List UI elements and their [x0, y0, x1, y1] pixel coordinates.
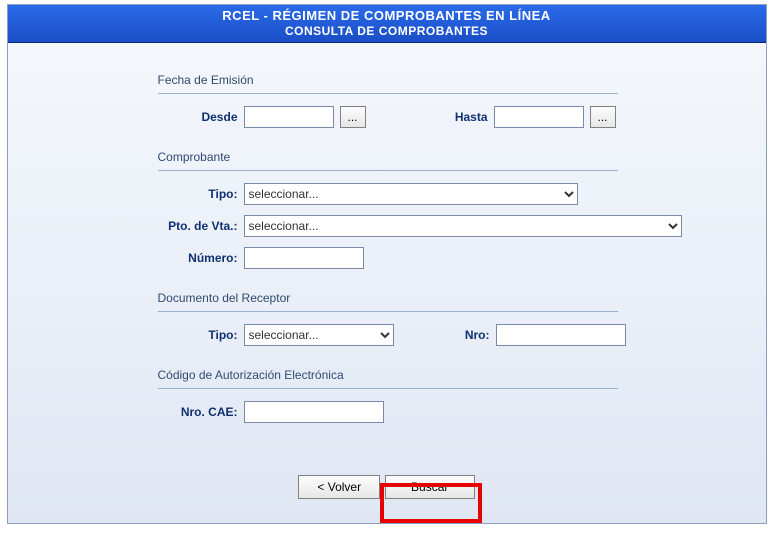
input-fecha-desde[interactable] [244, 106, 334, 128]
label-tipo-receptor: Tipo: [158, 328, 238, 342]
row-receptor: Tipo: seleccionar... Nro: [158, 324, 706, 346]
volver-button[interactable]: < Volver [298, 475, 380, 499]
app-window: RCEL - RÉGIMEN DE COMPROBANTES EN LÍNEA … [7, 4, 767, 524]
input-nro-cae[interactable] [244, 401, 384, 423]
section-title-receptor: Documento del Receptor [158, 291, 618, 312]
label-nro-receptor: Nro: [450, 328, 490, 342]
select-tipo-receptor[interactable]: seleccionar... [244, 324, 394, 346]
title-bar: RCEL - RÉGIMEN DE COMPROBANTES EN LÍNEA … [8, 5, 766, 43]
select-pto-vta[interactable]: seleccionar... [244, 215, 682, 237]
input-nro-receptor[interactable] [496, 324, 626, 346]
section-receptor: Documento del Receptor Tipo: seleccionar… [158, 291, 706, 346]
section-cae: Código de Autorización Electrónica Nro. … [158, 368, 706, 423]
input-numero-comprobante[interactable] [244, 247, 364, 269]
app-title-line1: RCEL - RÉGIMEN DE COMPROBANTES EN LÍNEA [8, 5, 766, 24]
date-picker-desde-button[interactable]: ... [340, 106, 366, 128]
form-body: Fecha de Emisión Desde ... Hasta ... Com… [8, 43, 766, 455]
row-numero: Número: [158, 247, 706, 269]
label-numero: Número: [158, 251, 238, 265]
label-hasta: Hasta [438, 110, 488, 124]
footer-actions: < Volver Buscar [8, 455, 766, 523]
input-fecha-hasta[interactable] [494, 106, 584, 128]
section-title-comprobante: Comprobante [158, 150, 618, 171]
section-fecha-emision: Fecha de Emisión Desde ... Hasta ... [158, 73, 706, 128]
date-picker-hasta-button[interactable]: ... [590, 106, 616, 128]
row-cae: Nro. CAE: [158, 401, 706, 423]
section-comprobante: Comprobante Tipo: seleccionar... Pto. de… [158, 150, 706, 269]
row-fecha: Desde ... Hasta ... [158, 106, 706, 128]
label-pto-vta: Pto. de Vta.: [88, 219, 238, 233]
row-pto-vta: Pto. de Vta.: seleccionar... [88, 215, 706, 237]
label-nro-cae: Nro. CAE: [158, 405, 238, 419]
select-tipo-comprobante[interactable]: seleccionar... [244, 183, 578, 205]
buscar-button[interactable]: Buscar [385, 475, 475, 499]
app-title-line2: CONSULTA DE COMPROBANTES [8, 24, 766, 42]
label-tipo-comprobante: Tipo: [158, 187, 238, 201]
section-title-cae: Código de Autorización Electrónica [158, 368, 618, 389]
row-tipo-comprobante: Tipo: seleccionar... [158, 183, 706, 205]
label-desde: Desde [158, 110, 238, 124]
section-title-fecha: Fecha de Emisión [158, 73, 618, 94]
